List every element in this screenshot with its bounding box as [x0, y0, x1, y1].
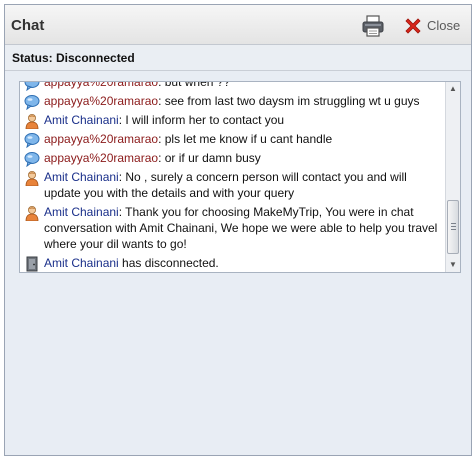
speech-bubble-icon	[24, 151, 40, 168]
chat-message: appayya%20ramarao: or if ur damn busy	[24, 150, 442, 168]
printer-icon	[362, 15, 384, 37]
chat-message: Amit Chainani: No , surely a concern per…	[24, 169, 442, 201]
chat-message: appayya%20ramarao: see from last two day…	[24, 93, 442, 111]
scroll-up-arrow-icon[interactable]: ▲	[446, 82, 460, 96]
message-text: : but when ??	[158, 81, 231, 89]
message-text: has disconnected.	[118, 256, 219, 270]
chat-message: appayya%20ramarao: but when ??	[24, 81, 442, 92]
vertical-scrollbar[interactable]: ▲ ▼	[445, 82, 460, 272]
agent-person-icon	[24, 205, 40, 222]
close-label: Close	[427, 18, 461, 33]
status-bar: Status: Disconnected	[5, 45, 471, 71]
close-x-icon	[405, 18, 421, 34]
message-sender: Amit Chainani	[44, 113, 119, 127]
connection-status: Status: Disconnected	[12, 51, 135, 65]
scroll-thumb[interactable]	[447, 200, 459, 254]
scroll-down-arrow-icon[interactable]: ▼	[446, 258, 460, 272]
message-sender: Amit Chainani	[44, 170, 119, 184]
chat-window: Chat Close Status: Disconnected appayya%…	[4, 4, 472, 456]
agent-person-icon	[24, 170, 40, 187]
speech-bubble-icon	[24, 132, 40, 149]
chat-message: Amit Chainani: Thank you for choosing Ma…	[24, 204, 442, 252]
message-sender: Amit Chainani	[44, 205, 119, 219]
speech-bubble-icon	[24, 94, 40, 111]
message-list: appayya%20ramarao: but when ?? appayya%20…	[24, 81, 442, 272]
message-sender: appayya%20ramarao	[44, 94, 159, 108]
message-sender: appayya%20ramarao	[44, 81, 159, 89]
chat-message: Amit Chainani has disconnected.	[24, 255, 442, 272]
message-sender: appayya%20ramarao	[44, 151, 159, 165]
message-text: : see from last two daysm im struggling …	[158, 94, 420, 108]
speech-bubble-icon	[24, 82, 40, 92]
message-sender: Amit Chainani	[44, 256, 119, 270]
print-button[interactable]	[361, 14, 385, 38]
window-title: Chat	[11, 17, 45, 34]
message-text: : pls let me know if u cant handle	[158, 132, 333, 146]
chat-message: Amit Chainani: I will inform her to cont…	[24, 112, 442, 130]
chat-transcript[interactable]: appayya%20ramarao: but when ?? appayya%20…	[19, 81, 461, 273]
agent-person-icon	[24, 113, 40, 130]
message-text: : I will inform her to contact you	[118, 113, 285, 127]
message-text: : or if ur damn busy	[158, 151, 261, 165]
close-button[interactable]: Close	[401, 14, 467, 38]
disconnect-door-icon	[24, 256, 40, 272]
chat-message: appayya%20ramarao: pls let me know if u …	[24, 131, 442, 149]
title-bar: Chat Close	[5, 5, 471, 45]
message-sender: appayya%20ramarao	[44, 132, 159, 146]
